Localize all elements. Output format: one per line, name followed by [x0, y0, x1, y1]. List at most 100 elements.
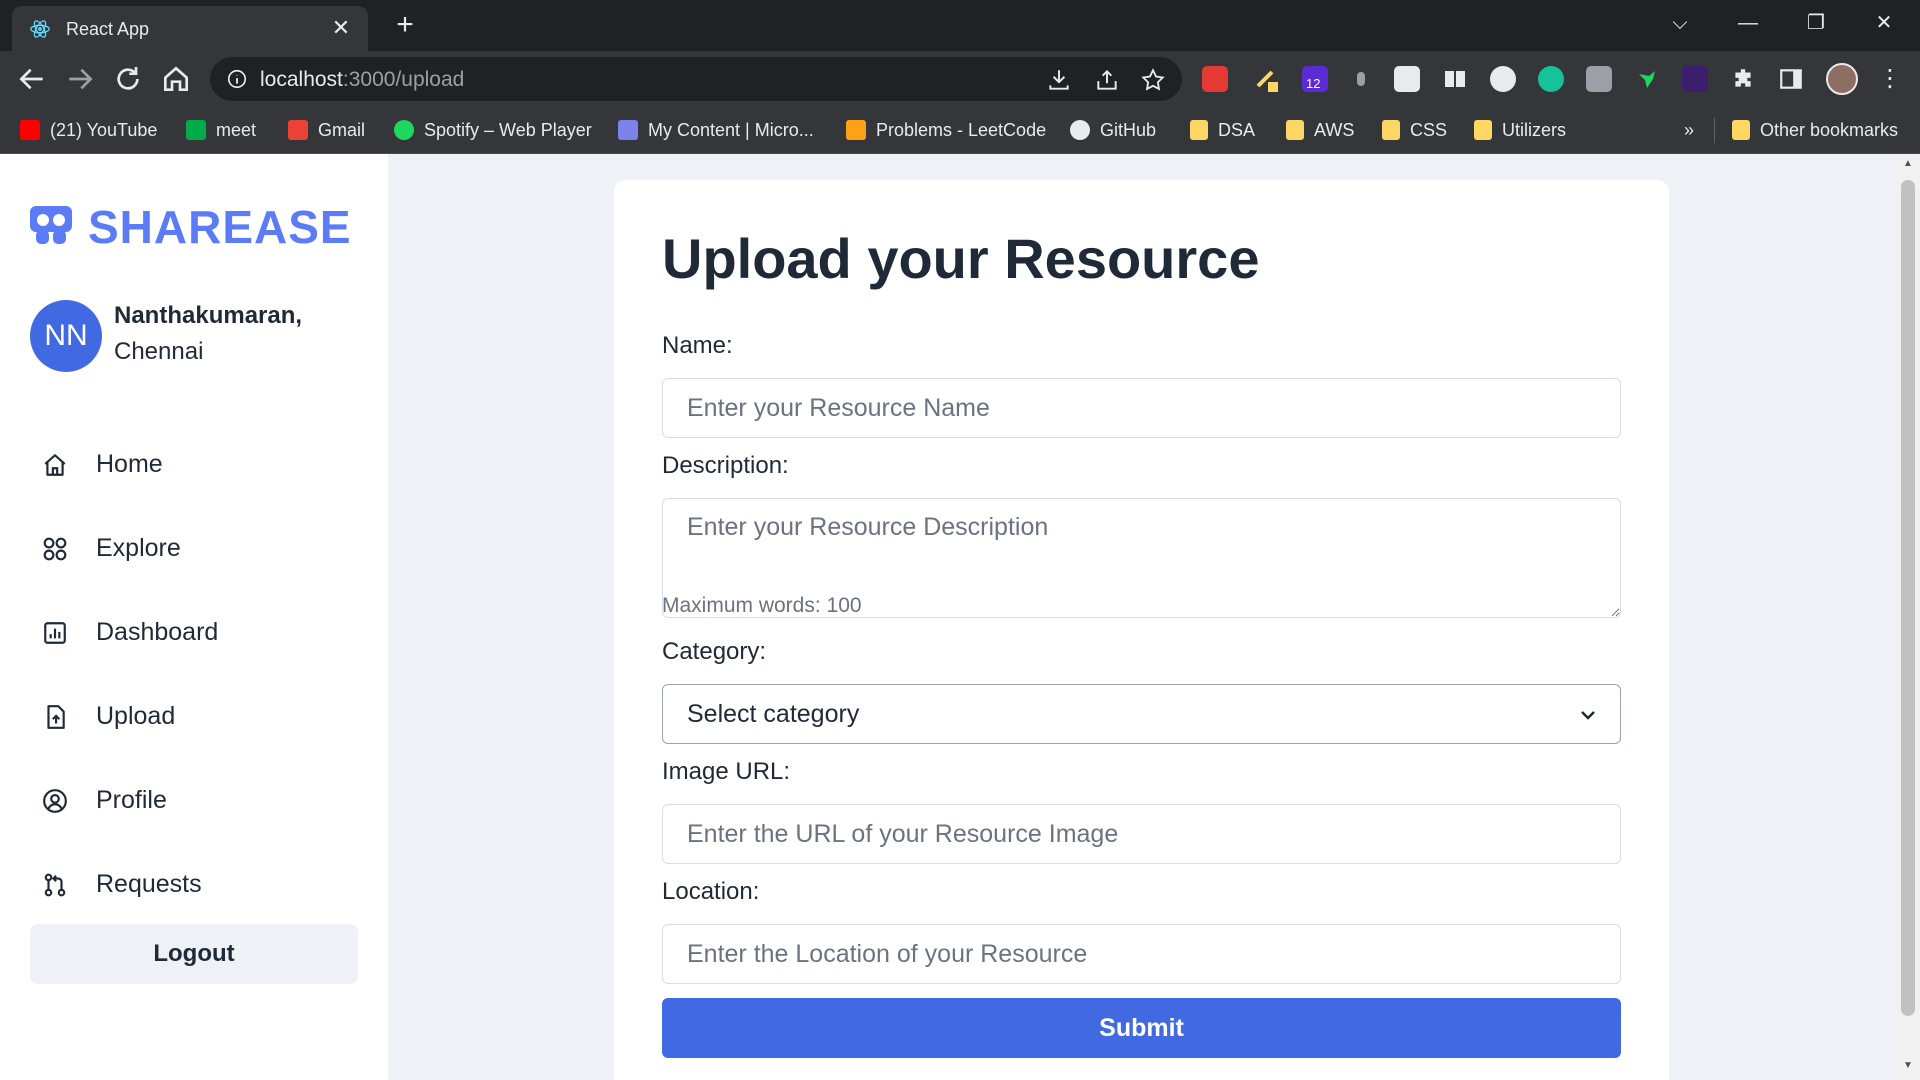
home-browser-icon[interactable]: [160, 63, 192, 95]
folder-icon: [1190, 120, 1208, 140]
category-select[interactable]: Select category: [662, 684, 1621, 744]
location-label: Location:: [662, 878, 760, 905]
folder-icon: [1474, 120, 1492, 140]
install-icon[interactable]: [1046, 67, 1072, 93]
bookmark-meet[interactable]: meet: [186, 117, 256, 143]
chart-icon: [44, 622, 66, 644]
sidebar-item-profile[interactable]: Profile: [30, 772, 360, 828]
extension-notes-icon[interactable]: [1394, 66, 1420, 92]
home-icon: [44, 454, 66, 476]
sidebar-item-dashboard[interactable]: Dashboard: [30, 604, 360, 660]
page-title: Upload your Resource: [662, 227, 1260, 290]
share-icon[interactable]: [1094, 67, 1120, 93]
bookmark-folder-utilizers[interactable]: Utilizers: [1474, 117, 1566, 143]
page-scrollbar[interactable]: ▲ ▼: [1896, 154, 1920, 1080]
logout-button[interactable]: Logout: [30, 924, 358, 984]
forward-icon[interactable]: [64, 63, 96, 95]
extension-reader-icon[interactable]: [1442, 66, 1468, 92]
bookmarks-bar: (21) YouTube meet Gmail Spotify – Web Pl…: [0, 107, 1920, 154]
bookmark-gmail[interactable]: Gmail: [288, 117, 365, 143]
extension-purple-icon[interactable]: [1682, 66, 1708, 92]
sidebar-item-explore[interactable]: Explore: [30, 520, 360, 576]
bookmark-label: Utilizers: [1502, 120, 1567, 140]
bookmarks-divider: [1714, 117, 1715, 143]
name-input[interactable]: [662, 378, 1621, 438]
app-page: SHAREASE NN Nanthakumaran, Chennai Home …: [0, 154, 1920, 1080]
extension-translate-icon[interactable]: [1586, 66, 1612, 92]
extension-bird-icon[interactable]: [1634, 66, 1660, 92]
browser-tab[interactable]: React App ✕: [12, 6, 368, 51]
spotify-icon: [394, 120, 414, 140]
github-icon: [1070, 120, 1090, 140]
bookmark-label: AWS: [1314, 120, 1355, 140]
sidebar-item-home[interactable]: Home: [30, 436, 360, 492]
location-input[interactable]: [662, 924, 1621, 984]
sidebar-item-label: Upload: [96, 702, 176, 730]
tab-close-icon[interactable]: ✕: [328, 15, 354, 41]
sidebar: SHAREASE NN Nanthakumaran, Chennai Home …: [0, 154, 388, 1080]
scroll-down-arrow[interactable]: ▼: [1902, 1060, 1914, 1072]
more-bookmarks-button[interactable]: »: [1684, 117, 1694, 143]
user-city: Chennai: [114, 338, 204, 365]
avatar[interactable]: NN: [30, 300, 102, 372]
extension-mouse-icon[interactable]: [1348, 66, 1374, 92]
sidebar-item-label: Dashboard: [96, 618, 219, 646]
bookmark-label: Other bookmarks: [1760, 120, 1899, 140]
new-tab-button[interactable]: +: [388, 8, 422, 42]
address-bar[interactable]: localhost:3000/upload: [210, 57, 1182, 101]
side-panel-icon[interactable]: [1778, 66, 1804, 92]
bookmark-label: CSS: [1410, 120, 1448, 140]
extension-badge-icon[interactable]: 12: [1302, 66, 1328, 92]
user-circle-icon: [43, 789, 67, 813]
microsoft-icon: [618, 120, 638, 140]
restore-icon[interactable]: ❐: [1796, 8, 1836, 38]
bookmark-spotify[interactable]: Spotify – Web Player: [394, 117, 592, 143]
bookmark-folder-css[interactable]: CSS: [1382, 117, 1447, 143]
upload-file-icon: [47, 705, 65, 729]
bookmark-other[interactable]: Other bookmarks: [1732, 117, 1898, 143]
bookmark-folder-aws[interactable]: AWS: [1286, 117, 1354, 143]
sidebar-item-label: Home: [96, 450, 163, 478]
browser-toolbar: localhost:3000/upload 12 ⋮: [0, 51, 1920, 107]
scroll-up-arrow[interactable]: ▲: [1902, 158, 1914, 170]
sidebar-item-upload[interactable]: Upload: [30, 688, 360, 744]
bookmark-star-icon[interactable]: [1140, 67, 1166, 93]
minimize-icon[interactable]: —: [1728, 8, 1768, 38]
browser-menu-icon[interactable]: ⋮: [1878, 63, 1902, 95]
chevron-down-icon: [1581, 711, 1595, 720]
highlighter-extension-icon[interactable]: [1254, 66, 1280, 92]
site-info-icon[interactable]: [226, 68, 248, 90]
bookmark-youtube[interactable]: (21) YouTube: [20, 117, 157, 143]
pull-request-icon: [44, 873, 66, 897]
bookmark-my-content[interactable]: My Content | Micro...: [618, 117, 814, 143]
bookmark-folder-dsa[interactable]: DSA: [1190, 117, 1255, 143]
extension-code-icon[interactable]: [1490, 66, 1516, 92]
grid-icon: [43, 537, 67, 561]
close-window-icon[interactable]: ✕: [1864, 8, 1904, 38]
submit-button[interactable]: Submit: [662, 998, 1621, 1058]
image-url-label: Image URL:: [662, 758, 791, 785]
tab-title: React App: [66, 19, 150, 39]
react-icon: [30, 20, 50, 38]
leetcode-icon: [846, 120, 866, 140]
description-hint: Maximum words: 100: [662, 594, 862, 617]
sidebar-item-label: Requests: [96, 870, 202, 898]
sidebar-item-label: Profile: [96, 786, 167, 814]
description-label: Description:: [662, 452, 789, 479]
grammarly-icon[interactable]: [1538, 66, 1564, 92]
scrollbar-thumb[interactable]: [1901, 180, 1915, 1016]
sidebar-item-requests[interactable]: Requests: [30, 856, 360, 912]
reload-icon[interactable]: [112, 63, 144, 95]
extension-1-icon[interactable]: [1202, 66, 1228, 92]
back-icon[interactable]: [16, 63, 48, 95]
bookmark-leetcode[interactable]: Problems - LeetCode: [846, 117, 1046, 143]
bookmark-github[interactable]: GitHub: [1070, 117, 1156, 143]
bookmark-label: Spotify – Web Player: [424, 120, 592, 140]
tab-search-icon[interactable]: ⌵: [1660, 8, 1700, 38]
profile-avatar-icon[interactable]: [1826, 63, 1858, 95]
category-label: Category:: [662, 638, 767, 665]
image-url-input[interactable]: [662, 804, 1621, 864]
folder-icon: [1286, 120, 1304, 140]
extensions-puzzle-icon[interactable]: [1730, 66, 1756, 92]
app-logo-text: SHAREASE: [88, 201, 352, 253]
